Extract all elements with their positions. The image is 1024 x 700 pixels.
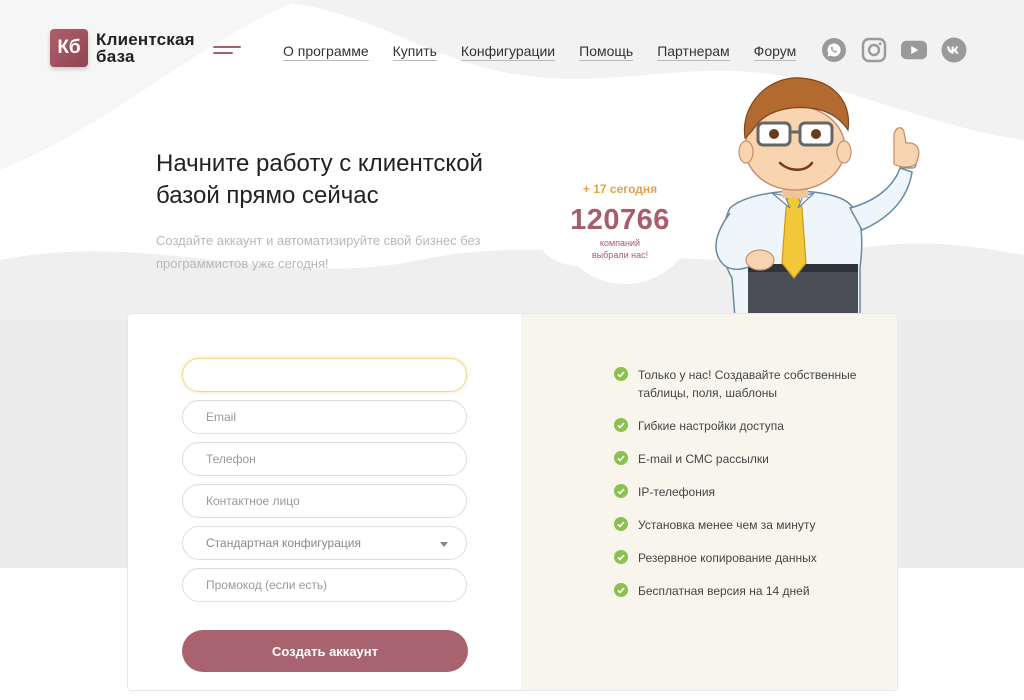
feature-text: Бесплатная версия на 14 дней: [638, 584, 810, 598]
nav-partners[interactable]: Партнерам: [657, 43, 730, 61]
list-item: Бесплатная версия на 14 дней: [614, 582, 874, 600]
feature-text: IP-телефония: [638, 485, 716, 499]
logo-line1: Клиентская: [96, 30, 195, 49]
nav-forum[interactable]: Форум: [753, 43, 797, 61]
check-icon: [614, 418, 628, 432]
vk-icon[interactable]: [941, 37, 967, 63]
list-item: E-mail и СМС рассылки: [614, 450, 874, 468]
promo-code-field[interactable]: [182, 568, 467, 602]
logo-line2: база: [96, 47, 135, 66]
hero-subtitle: Создайте аккаунт и автоматизируйте свой …: [156, 233, 481, 271]
registration-card: Стандартная конфигурация Создать аккаунт…: [127, 313, 898, 691]
list-item: Гибкие настройки доступа: [614, 417, 874, 435]
check-icon: [614, 550, 628, 564]
counter-caption-line1: компаний: [599, 238, 641, 248]
feature-text: Резервное копирование данных: [638, 551, 817, 565]
logo-badge: Кб: [50, 29, 88, 67]
check-icon: [614, 451, 628, 465]
logo[interactable]: Кб Клиентская база: [50, 29, 195, 67]
check-icon: [614, 583, 628, 597]
nav-about[interactable]: О программе: [283, 43, 369, 61]
counter-value: 120766: [570, 204, 670, 236]
feature-text: Гибкие настройки доступа: [638, 419, 784, 433]
email-field[interactable]: [182, 400, 467, 434]
counter: + 17 сегодня 120766 компаний выбрали нас…: [540, 182, 700, 261]
create-account-button[interactable]: Создать аккаунт: [182, 630, 468, 672]
feature-text: E-mail и СМС рассылки: [638, 452, 769, 466]
check-icon: [614, 484, 628, 498]
chevron-down-icon: [440, 542, 448, 547]
company-name-input[interactable]: [182, 358, 467, 392]
social-links: [821, 37, 981, 63]
counter-today: + 17 сегодня: [582, 182, 658, 196]
whatsapp-icon[interactable]: [821, 37, 847, 63]
configuration-select[interactable]: Стандартная конфигурация: [182, 526, 467, 560]
list-item: IP-телефония: [614, 483, 874, 501]
check-icon: [614, 517, 628, 531]
feature-text: Только у нас! Создавайте собственные таб…: [638, 368, 857, 400]
configuration-select-value: Стандартная конфигурация: [206, 536, 361, 550]
main-nav: О программе Купить Конфигурации Помощь П…: [283, 43, 820, 61]
nav-buy[interactable]: Купить: [392, 43, 437, 61]
list-item: Установка менее чем за минуту: [614, 516, 874, 534]
nav-help[interactable]: Помощь: [579, 43, 634, 61]
list-item: Резервное копирование данных: [614, 549, 874, 567]
list-item: Только у нас! Создавайте собственные таб…: [614, 366, 874, 402]
instagram-icon[interactable]: [861, 37, 887, 63]
nav-configurations[interactable]: Конфигурации: [460, 43, 556, 61]
hero-title: Начните работу с клиентской базой прямо …: [156, 150, 483, 209]
feature-text: Установка менее чем за минуту: [638, 518, 816, 532]
phone-field[interactable]: [182, 442, 467, 476]
youtube-icon[interactable]: [901, 37, 927, 63]
counter-caption-line2: выбрали нас!: [591, 250, 649, 260]
contact-person-field[interactable]: [182, 484, 467, 518]
check-icon: [614, 367, 628, 381]
menu-burger-icon[interactable]: [213, 44, 241, 56]
